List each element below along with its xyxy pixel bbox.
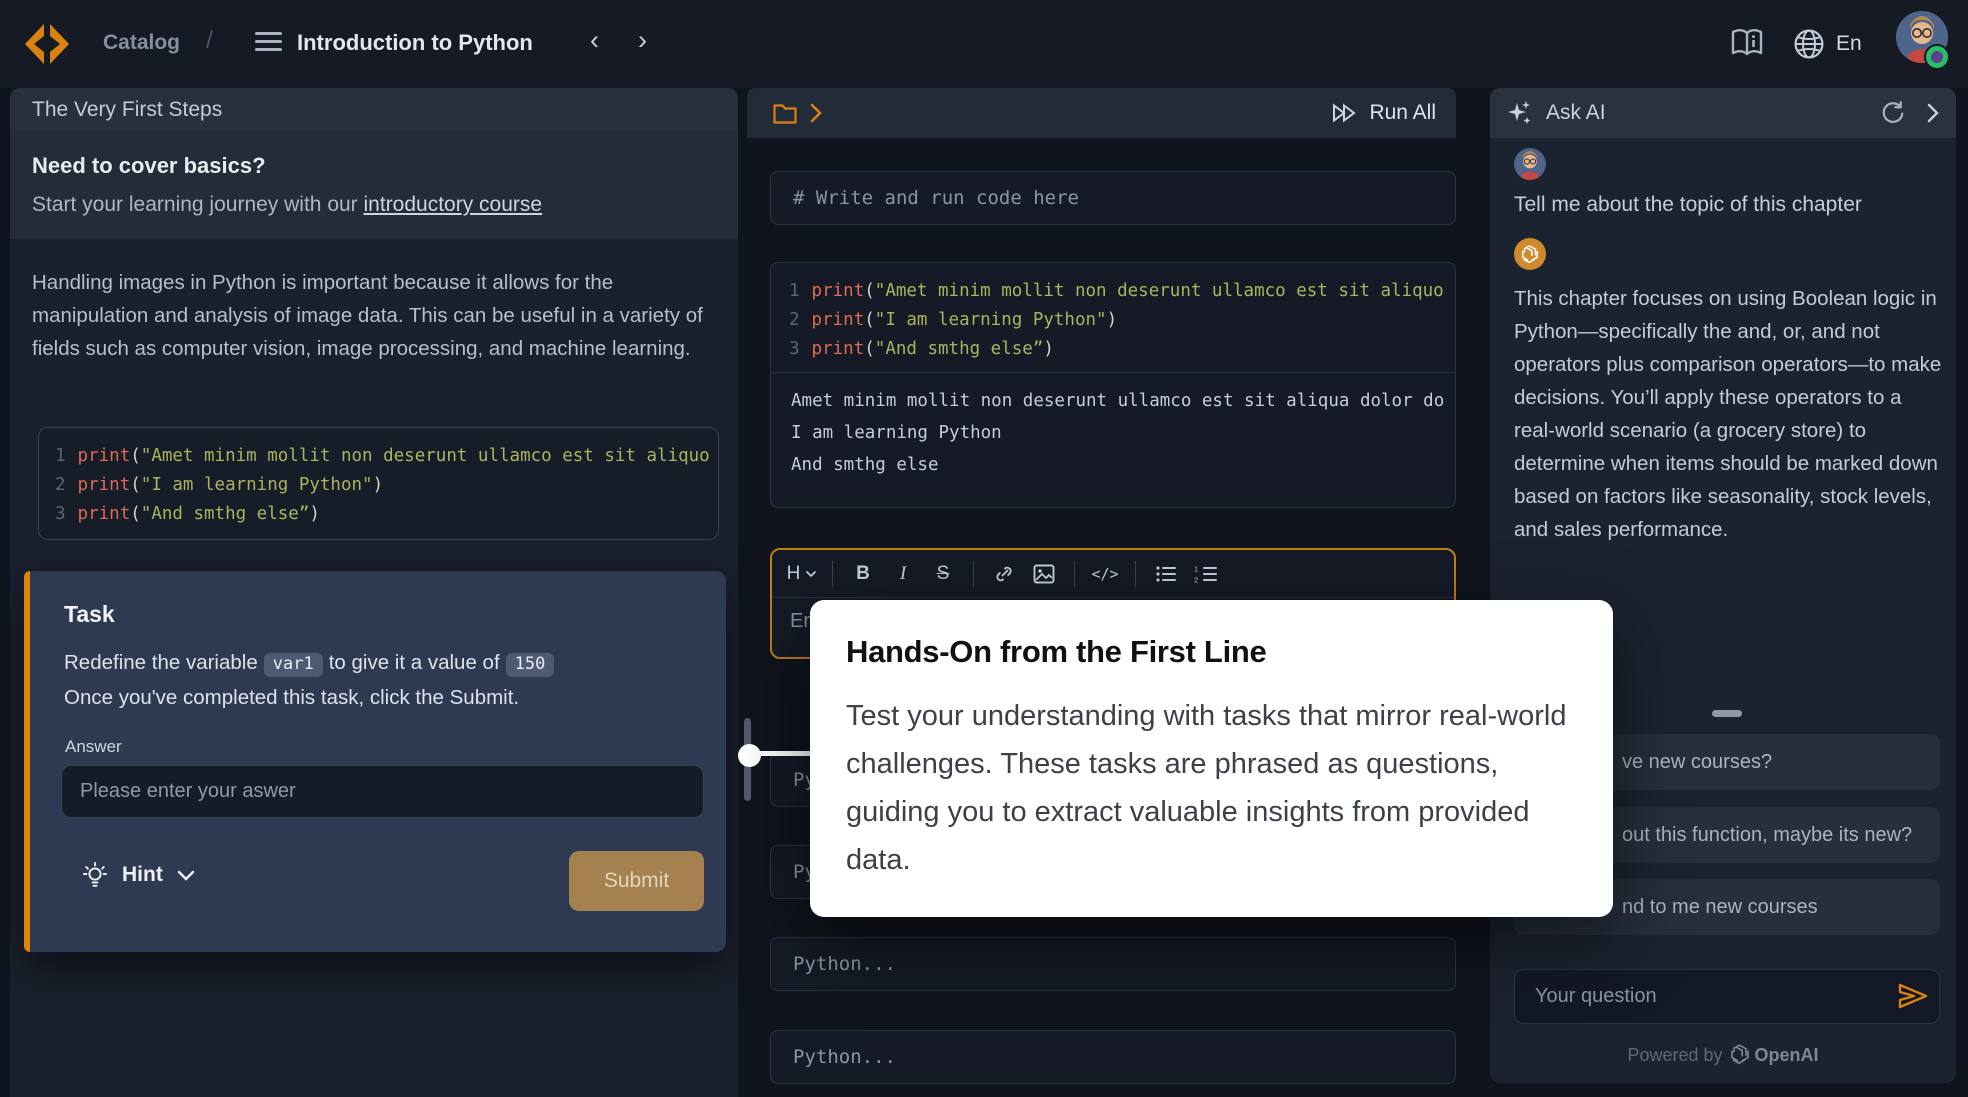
files-folder-icon[interactable] xyxy=(772,101,798,125)
hint-button[interactable]: Hint xyxy=(82,855,195,895)
numbered-list-icon[interactable]: 1 2 xyxy=(1190,557,1222,591)
lesson-paragraph: Handling images in Python is important b… xyxy=(32,266,724,365)
tooltip-body: Test your understanding with tasks that … xyxy=(846,692,1588,884)
bullet-list-icon[interactable] xyxy=(1150,557,1182,591)
lesson-code-block: 1print("Amet minim mollit non deserunt u… xyxy=(38,427,719,540)
svg-text:2: 2 xyxy=(1194,575,1198,583)
basics-heading: Need to cover basics? xyxy=(32,153,716,179)
code-cell[interactable]: 1print("Amet minim mollit non deserunt u… xyxy=(770,262,1456,508)
heading-button[interactable]: H xyxy=(786,557,818,591)
brand-logo-icon[interactable] xyxy=(23,22,71,66)
variable-chip: var1 xyxy=(264,653,323,677)
language-label[interactable]: En xyxy=(1836,32,1862,56)
code-cell-editor[interactable]: 1print("Amet minim mollit non deserunt u… xyxy=(771,263,1455,373)
scratch-code-input[interactable] xyxy=(770,171,1456,225)
openai-label: OpenAI xyxy=(1755,1045,1819,1065)
glossary-book-icon[interactable] xyxy=(1730,28,1764,58)
basics-banner: Need to cover basics? Start your learnin… xyxy=(10,131,738,239)
strikethrough-button[interactable]: S xyxy=(927,557,959,591)
openai-avatar-icon xyxy=(1514,238,1546,270)
collapse-panel-chevron-icon[interactable] xyxy=(1926,102,1940,124)
italic-button[interactable]: I xyxy=(887,557,919,591)
reset-chat-icon[interactable] xyxy=(1880,100,1906,126)
send-question-icon[interactable] xyxy=(1896,981,1930,1011)
sparkles-icon xyxy=(1506,99,1534,127)
lesson-panel: The Very First Steps Need to cover basic… xyxy=(10,88,738,1097)
task-accent-bar xyxy=(24,571,30,952)
run-all-button[interactable]: Run All xyxy=(1325,88,1442,138)
submit-button[interactable]: Submit xyxy=(569,851,704,911)
ai-message: This chapter focuses on using Boolean lo… xyxy=(1514,282,1942,546)
python-input-4[interactable] xyxy=(770,1030,1456,1084)
lesson-title: The Very First Steps xyxy=(10,88,738,131)
globe-icon[interactable] xyxy=(1793,28,1825,60)
ask-ai-title: Ask AI xyxy=(1546,101,1606,125)
task-instruction: Redefine the variablevar1to give it a va… xyxy=(64,651,560,677)
task-heading: Task xyxy=(64,601,115,628)
value-chip: 150 xyxy=(506,653,555,677)
next-chapter-button[interactable]: › xyxy=(638,27,647,54)
chapters-menu-icon[interactable] xyxy=(255,32,282,54)
avatar-status-badge xyxy=(1924,44,1950,70)
prev-chapter-button[interactable]: ‹ xyxy=(590,27,599,54)
code-cell-output: Amet minim mollit non deserunt ullamco e… xyxy=(771,373,1455,481)
task-card: Task Redefine the variablevar1to give it… xyxy=(24,571,726,952)
powered-by: Powered byOpenAI xyxy=(1490,1043,1956,1066)
introductory-course-link[interactable]: introductory course xyxy=(364,193,543,216)
hint-chevron-down-icon xyxy=(177,870,195,881)
ask-ai-header: Ask AI xyxy=(1490,88,1956,138)
toolbar-divider xyxy=(832,561,833,587)
code-snippet-button[interactable]: </> xyxy=(1089,557,1121,591)
answer-input[interactable] xyxy=(61,765,704,818)
toolbar-divider xyxy=(1074,561,1075,587)
tour-tooltip: Hands-On from the First Line Test your u… xyxy=(810,600,1613,917)
run-all-icon xyxy=(1331,102,1359,124)
expand-chevron-icon[interactable] xyxy=(809,102,823,124)
basics-text: Start your learning journey with our xyxy=(32,193,364,216)
tooltip-anchor-dot xyxy=(738,744,761,767)
ai-question-input[interactable] xyxy=(1514,969,1940,1024)
task-instruction-2: Once you've completed this task, click t… xyxy=(64,686,519,710)
answer-label: Answer xyxy=(65,737,122,757)
tooltip-title: Hands-On from the First Line xyxy=(846,634,1579,670)
editor-toolbar: Run All xyxy=(747,88,1456,138)
toolbar-divider xyxy=(1135,561,1136,587)
bold-button[interactable]: B xyxy=(847,557,879,591)
python-input-3[interactable] xyxy=(770,937,1456,991)
suggestions-drag-handle[interactable] xyxy=(1712,710,1742,717)
breadcrumb-separator: / xyxy=(206,26,213,55)
image-icon[interactable] xyxy=(1028,557,1060,591)
user-message: Tell me about the topic of this chapter xyxy=(1514,193,1862,217)
page-title: Introduction to Python xyxy=(297,30,533,56)
catalog-link[interactable]: Catalog xyxy=(103,31,180,55)
top-navbar: Catalog / Introduction to Python ‹ › En xyxy=(0,0,1968,88)
user-message-avatar xyxy=(1514,148,1546,180)
hint-label: Hint xyxy=(122,863,163,887)
link-icon[interactable] xyxy=(988,557,1020,591)
rte-toolbar: H B I S xyxy=(772,550,1454,598)
ask-ai-panel: Ask AI Tell me about the top xyxy=(1490,88,1956,1083)
toolbar-divider xyxy=(973,561,974,587)
hint-bulb-icon xyxy=(82,861,108,889)
svg-text:1: 1 xyxy=(1194,565,1198,574)
